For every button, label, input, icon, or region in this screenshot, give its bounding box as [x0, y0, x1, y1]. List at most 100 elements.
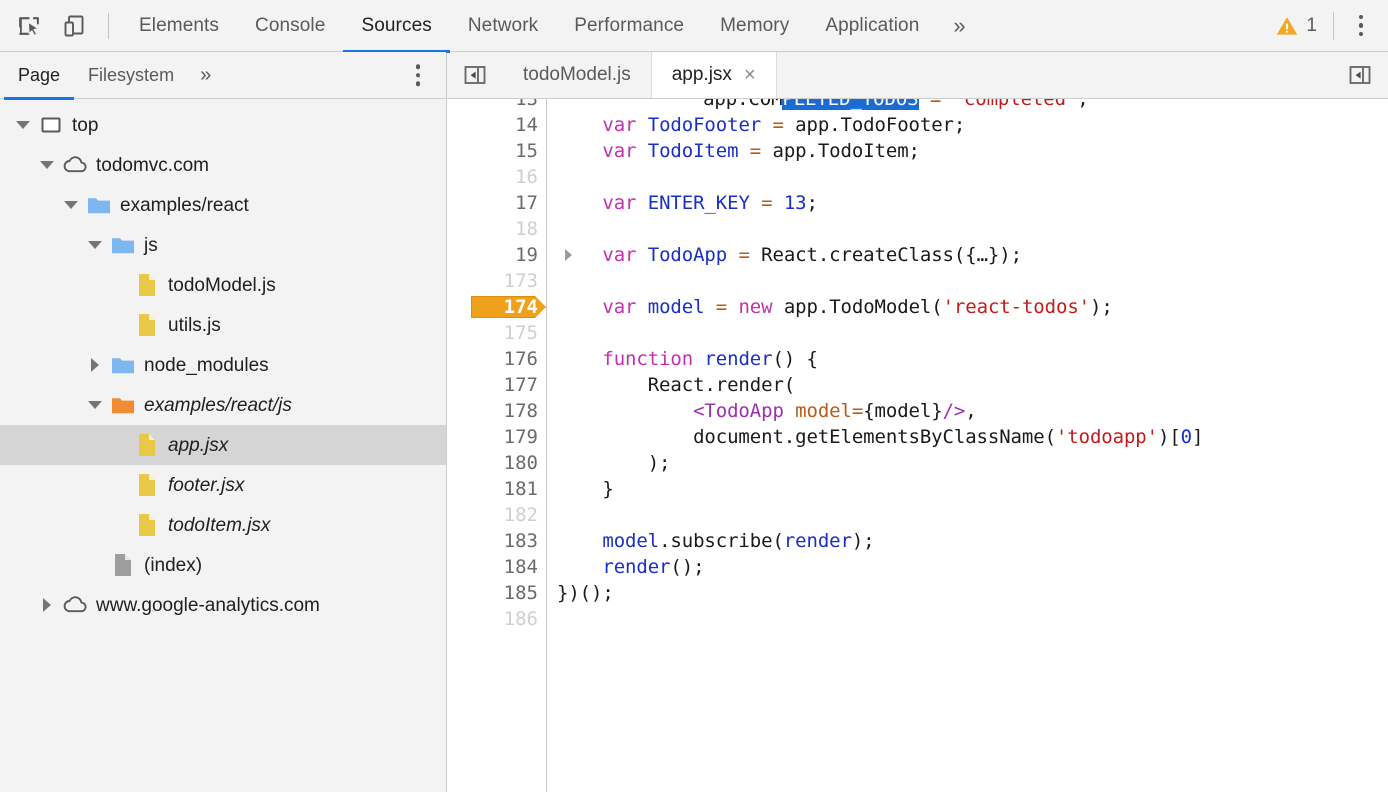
code-line[interactable]: <TodoApp model={model}/>,: [547, 398, 1388, 424]
line-number[interactable]: 178: [447, 398, 546, 424]
tab-application[interactable]: Application: [807, 0, 937, 52]
tree-item-examples-react[interactable]: examples/react: [0, 185, 446, 225]
line-number[interactable]: 184: [447, 554, 546, 580]
line-number[interactable]: 176: [447, 346, 546, 372]
editor-tab-close-button[interactable]: ×: [744, 65, 756, 85]
line-number[interactable]: 181: [447, 476, 546, 502]
code-line[interactable]: var TodoApp = React.createClass({…});: [547, 242, 1388, 268]
caret-right-icon[interactable]: [34, 598, 60, 612]
cloud-icon: [60, 593, 90, 617]
devtools-settings-menu-button[interactable]: [1340, 5, 1382, 47]
editor-tab-todomodel[interactable]: todoModel.js: [503, 52, 652, 98]
tree-item-utils-js[interactable]: utils.js: [0, 305, 446, 345]
code-token: ();: [670, 556, 704, 578]
line-number[interactable]: 177: [447, 372, 546, 398]
line-number[interactable]: 19: [447, 242, 546, 268]
code-line[interactable]: var model = new app.TodoModel('react-tod…: [547, 294, 1388, 320]
code-token: app.TodoFooter;: [784, 114, 965, 136]
code-line[interactable]: })();: [547, 580, 1388, 606]
code-line[interactable]: }: [547, 476, 1388, 502]
line-number[interactable]: 17: [447, 190, 546, 216]
kebab-dot: [1359, 15, 1364, 20]
line-number[interactable]: 173: [447, 268, 546, 294]
code-token: ;: [807, 192, 818, 214]
navigator-menu-button[interactable]: [412, 60, 425, 90]
tree-item-examples-react-js[interactable]: examples/react/js: [0, 385, 446, 425]
line-number[interactable]: 15: [447, 138, 546, 164]
code-line[interactable]: var ENTER_KEY = 13;: [547, 190, 1388, 216]
caret-down-icon[interactable]: [58, 201, 84, 209]
debugger-pane-expand-button[interactable]: [1332, 52, 1388, 98]
editor-tab-appjsx[interactable]: app.jsx ×: [652, 52, 777, 98]
code-content[interactable]: app.COMPLETED_TODOS = 'completed'; var T…: [547, 99, 1388, 792]
line-number[interactable]: 14: [447, 112, 546, 138]
code-line[interactable]: [547, 606, 1388, 632]
device-toolbar-button[interactable]: [52, 4, 96, 48]
tree-item-top[interactable]: top: [0, 105, 446, 145]
code-line[interactable]: [547, 268, 1388, 294]
caret-down-icon[interactable]: [10, 121, 36, 129]
tree-item-index[interactable]: (index): [0, 545, 446, 585]
tree-item-todomodel-js[interactable]: todoModel.js: [0, 265, 446, 305]
code-token: var: [602, 140, 636, 162]
tab-elements[interactable]: Elements: [121, 0, 237, 52]
line-number[interactable]: 186: [447, 606, 546, 632]
tree-item-node-modules[interactable]: node_modules: [0, 345, 446, 385]
tree-item-todoitem-jsx[interactable]: todoItem.jsx: [0, 505, 446, 545]
tree-item-app-jsx[interactable]: app.jsx: [0, 425, 446, 465]
caret-down-icon[interactable]: [82, 401, 108, 409]
line-number[interactable]: 179: [447, 424, 546, 450]
caret-right-icon[interactable]: [82, 358, 108, 372]
code-line[interactable]: render();: [547, 554, 1388, 580]
code-token: );: [1090, 296, 1113, 318]
code-line[interactable]: [547, 164, 1388, 190]
code-editor[interactable]: 1314151617181917317417517617717817918018…: [447, 99, 1388, 792]
code-line[interactable]: var TodoItem = app.TodoItem;: [547, 138, 1388, 164]
tab-memory[interactable]: Memory: [702, 0, 807, 52]
nav-more-tabs-button[interactable]: »: [188, 64, 221, 87]
warning-indicator[interactable]: 1: [1265, 14, 1327, 38]
caret-down-icon[interactable]: [34, 161, 60, 169]
line-number[interactable]: 180: [447, 450, 546, 476]
tree-item-www-google-analytics-com[interactable]: www.google-analytics.com: [0, 585, 446, 625]
nav-tab-filesystem[interactable]: Filesystem: [74, 52, 188, 99]
line-number-gutter[interactable]: 1314151617181917317417517617717817918018…: [447, 99, 547, 792]
line-number[interactable]: 175: [447, 320, 546, 346]
line-number-text: 185: [504, 582, 538, 604]
code-line[interactable]: );: [547, 450, 1388, 476]
tab-console[interactable]: Console: [237, 0, 343, 52]
code-line[interactable]: React.render(: [547, 372, 1388, 398]
code-line[interactable]: function render() {: [547, 346, 1388, 372]
tree-item-label: (index): [144, 556, 202, 575]
code-line[interactable]: app.COMPLETED_TODOS = 'completed';: [557, 99, 1089, 112]
tab-network[interactable]: Network: [450, 0, 556, 52]
code-line[interactable]: [547, 320, 1388, 346]
code-line[interactable]: var TodoFooter = app.TodoFooter;: [547, 112, 1388, 138]
more-panels-button[interactable]: »: [937, 13, 979, 39]
line-number[interactable]: 16: [447, 164, 546, 190]
folder-orange-icon: [110, 394, 136, 416]
code-line[interactable]: [547, 502, 1388, 528]
breakpoint-line-number[interactable]: 174: [447, 294, 546, 320]
tree-item-todomvc-com[interactable]: todomvc.com: [0, 145, 446, 185]
line-number[interactable]: 183: [447, 528, 546, 554]
line-number-text: 178: [504, 400, 538, 422]
file-js-icon: [132, 272, 162, 298]
tab-performance[interactable]: Performance: [556, 0, 702, 52]
line-number[interactable]: 185: [447, 580, 546, 606]
code-token: [557, 114, 602, 136]
tab-sources[interactable]: Sources: [343, 0, 449, 52]
code-line[interactable]: document.getElementsByClassName('todoapp…: [547, 424, 1388, 450]
tree-item-footer-jsx[interactable]: footer.jsx: [0, 465, 446, 505]
line-number[interactable]: 13: [447, 99, 546, 112]
nav-tab-page[interactable]: Page: [4, 52, 74, 99]
line-number[interactable]: 182: [447, 502, 546, 528]
tree-item-js[interactable]: js: [0, 225, 446, 265]
line-number[interactable]: 18: [447, 216, 546, 242]
code-line[interactable]: model.subscribe(render);: [547, 528, 1388, 554]
navigator-collapse-button[interactable]: [447, 52, 503, 98]
code-line[interactable]: [547, 216, 1388, 242]
code-token: 0: [1181, 426, 1192, 448]
inspect-element-button[interactable]: [8, 4, 52, 48]
caret-down-icon[interactable]: [82, 241, 108, 249]
